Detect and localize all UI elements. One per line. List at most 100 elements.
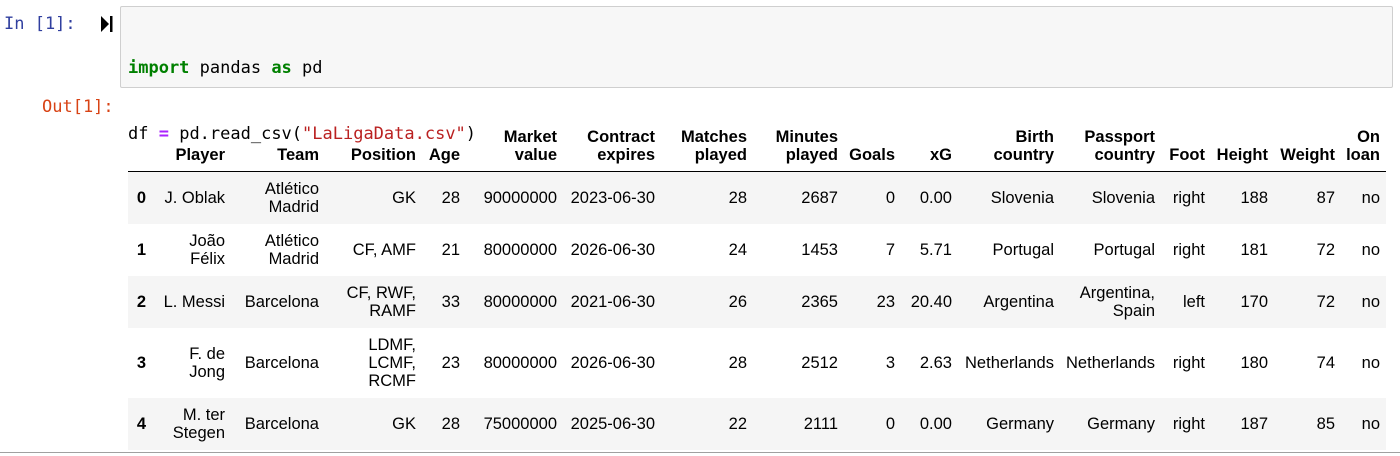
table-cell: 2025-06-30 [570, 414, 655, 433]
table-row: 2 L. Messi Barcelona CF, RWF, RAMF 33 8000000… [128, 275, 1386, 328]
table-cell: 188 [1240, 188, 1268, 207]
code-text: pandas [189, 58, 272, 78]
table-cell: 5.71 [919, 240, 952, 259]
table-cell: 80000000 [483, 292, 557, 311]
table-cell: 74 [1316, 353, 1335, 372]
keyword-as: as [271, 58, 292, 78]
table-cell: no [1361, 353, 1380, 372]
table-cell: left [1182, 292, 1205, 311]
column-header: Passport country [1060, 111, 1161, 172]
table-row: 4 M. ter Stegen Barcelona GK 28 75000000 2025-… [128, 397, 1386, 450]
table-cell: 2512 [801, 353, 838, 372]
table-cell: 28 [441, 414, 460, 433]
table-cell: 26 [728, 292, 747, 311]
table-cell: no [1361, 414, 1380, 433]
column-header: Height [1211, 111, 1274, 172]
table-row: 0 J. Oblak Atlético Madrid GK 28 90000000 2023… [128, 171, 1386, 224]
table-cell: no [1361, 240, 1380, 259]
table-cell: 75000000 [483, 414, 557, 433]
table-cell: 21 [441, 240, 460, 259]
column-header: Contract expires [563, 111, 661, 172]
code-line-1: import pandas as pd [128, 57, 1392, 79]
table-cell: 7 [885, 240, 895, 259]
table-cell: no [1361, 188, 1380, 207]
table-cell: 2365 [801, 292, 838, 311]
column-header: Position [325, 111, 422, 172]
table-cell: 23 [441, 353, 460, 372]
run-cell-icon[interactable] [100, 14, 114, 34]
table-cell: 28 [441, 188, 460, 207]
row-index: 0 [136, 188, 147, 207]
table-cell: 0 [885, 188, 895, 207]
table-cell: 187 [1240, 414, 1268, 433]
table-cell: Barcelona [244, 414, 319, 433]
table-cell: 72 [1316, 292, 1335, 311]
table-cell: 2023-06-30 [570, 188, 655, 207]
table-cell: GK [392, 414, 416, 433]
index-header [128, 111, 155, 172]
table-cell: 72 [1316, 240, 1335, 259]
table-cell: Atlético Madrid [264, 179, 319, 216]
column-header: Player [155, 111, 231, 172]
table-cell: 33 [441, 292, 460, 311]
column-header: Foot [1161, 111, 1211, 172]
table-cell: Barcelona [244, 353, 319, 372]
table-cell: 20.40 [910, 292, 952, 311]
table-cell: 170 [1240, 292, 1268, 311]
table-cell: 180 [1240, 353, 1268, 372]
table-cell: Portugal [1093, 240, 1155, 259]
table-cell: M. ter Stegen [172, 405, 225, 442]
row-index: 3 [136, 353, 147, 372]
table-cell: Barcelona [244, 292, 319, 311]
table-cell: 3 [885, 353, 895, 372]
column-header: Team [231, 111, 325, 172]
table-cell: L. Messi [163, 292, 225, 311]
table-row: 1 João Félix Atlético Madrid CF, AMF 21 80000… [128, 223, 1386, 276]
column-header: Age [422, 111, 466, 172]
table-cell: 2687 [801, 188, 838, 207]
column-header: Birth country [958, 111, 1060, 172]
table-cell: 1453 [801, 240, 838, 259]
table-cell: CF, AMF [352, 240, 416, 259]
table-cell: Netherlands [965, 353, 1054, 372]
table-cell: 28 [728, 353, 747, 372]
table-cell: Argentina, Spain [1079, 283, 1155, 320]
table-row: 3 F. de Jong Barcelona LDMF, LCMF, RCMF 23 80… [128, 327, 1386, 398]
row-index: 2 [136, 292, 147, 311]
table-header-row: Player Team Position Age Market value Contrac… [128, 111, 1386, 172]
table-cell: 23 [876, 292, 895, 311]
column-header: xG [901, 111, 958, 172]
table-cell: GK [392, 188, 416, 207]
table-cell: 0.00 [919, 414, 952, 433]
table-cell: 2021-06-30 [570, 292, 655, 311]
table-cell: João Félix [189, 231, 225, 268]
table-cell: 181 [1240, 240, 1268, 259]
code-text: pd [291, 58, 323, 78]
keyword-import: import [128, 58, 190, 78]
table-cell: F. de Jong [189, 344, 225, 381]
table-cell: right [1172, 240, 1205, 259]
table-cell: 80000000 [483, 240, 557, 259]
table-cell: J. Oblak [164, 188, 225, 207]
table-cell: Germany [1087, 414, 1155, 433]
table-cell: 2.63 [919, 353, 952, 372]
table-cell: LDMF, LCMF, RCMF [368, 335, 416, 390]
table-cell: right [1172, 414, 1205, 433]
table-body: 0 J. Oblak Atlético Madrid GK 28 90000000 2023… [128, 171, 1386, 450]
out-prompt: Out[1]: [42, 97, 114, 117]
table-cell: 24 [728, 240, 747, 259]
table-cell: right [1172, 188, 1205, 207]
table-cell: Netherlands [1066, 353, 1155, 372]
table-cell: Slovenia [990, 188, 1054, 207]
code-editor[interactable]: import pandas as pd df = pd.read_csv("La… [120, 6, 1393, 210]
dataframe-table: Player Team Position Age Market value Contrac… [128, 111, 1386, 450]
column-header: On loan [1341, 111, 1386, 172]
column-header: Market value [466, 111, 563, 172]
in-prompt: In [1]: [4, 14, 76, 34]
table-cell: Argentina [983, 292, 1054, 311]
table-cell: 2026-06-30 [570, 240, 655, 259]
table-cell: 0.00 [919, 188, 952, 207]
table-cell: 90000000 [483, 188, 557, 207]
table-cell: 2111 [803, 414, 838, 433]
table-cell: Slovenia [1091, 188, 1155, 207]
